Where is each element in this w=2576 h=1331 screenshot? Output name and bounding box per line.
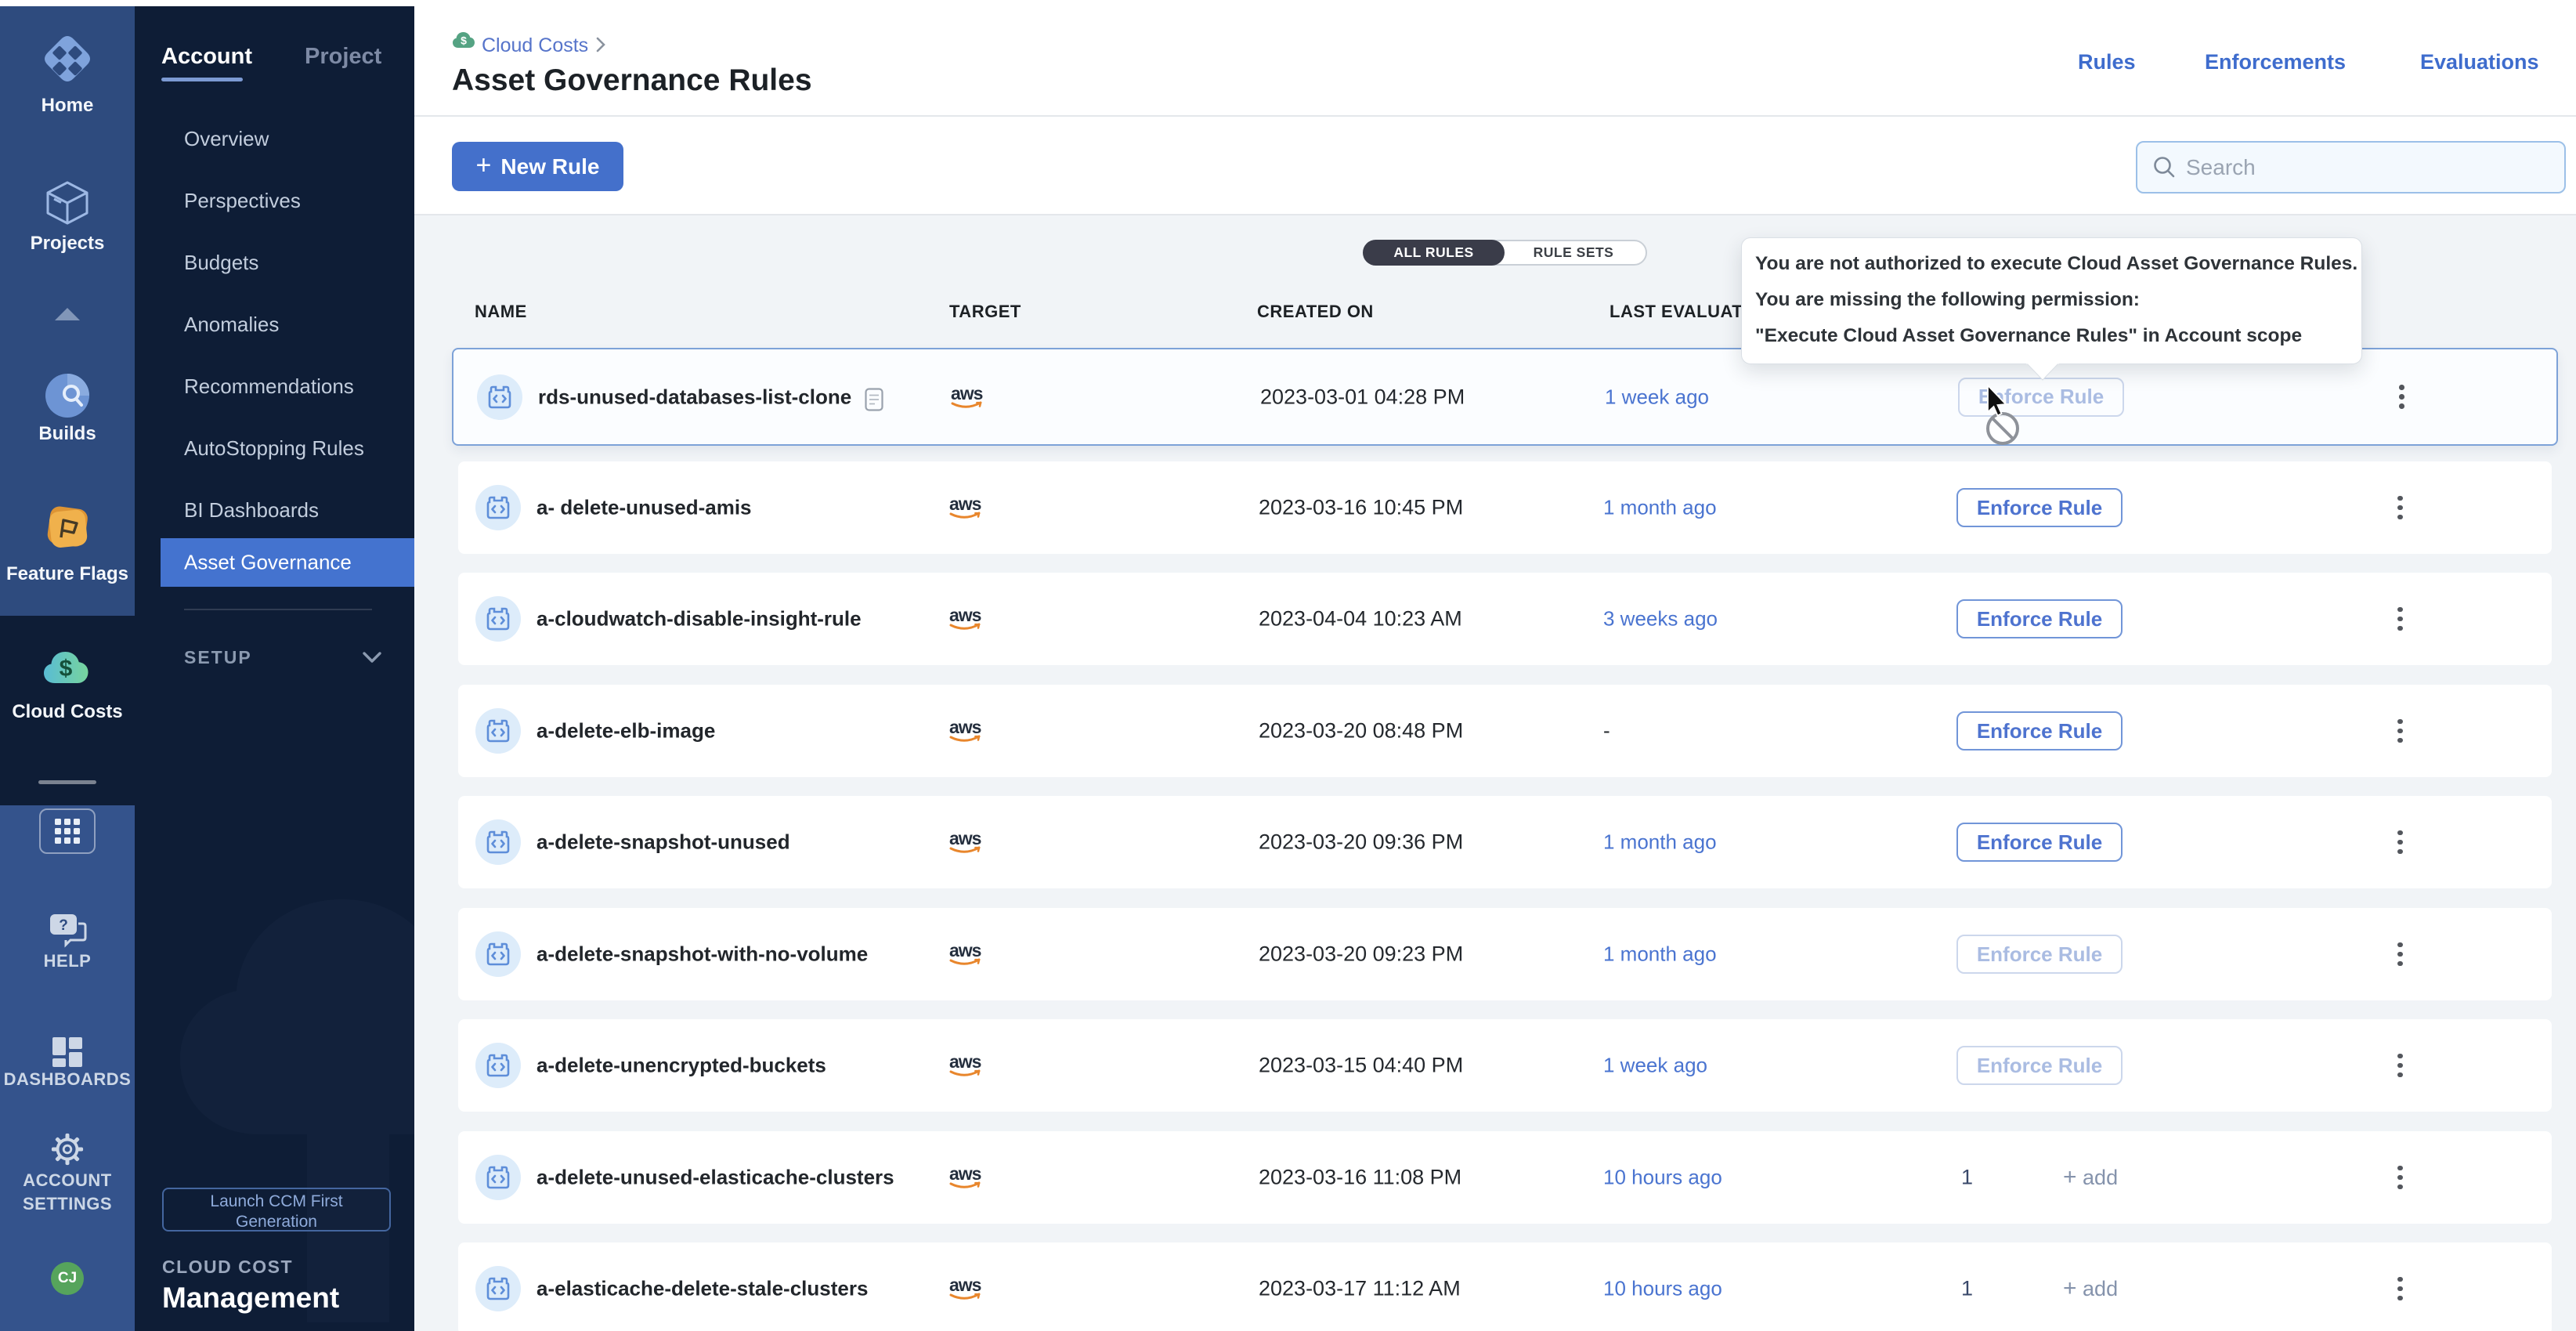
svg-text:?: ? bbox=[59, 917, 68, 934]
svg-text:aws: aws bbox=[949, 494, 981, 514]
svg-text:aws: aws bbox=[951, 384, 983, 403]
svg-text:aws: aws bbox=[949, 1052, 981, 1072]
svg-text:aws: aws bbox=[949, 941, 981, 960]
svg-text:aws: aws bbox=[949, 606, 981, 625]
svg-text:aws: aws bbox=[949, 1164, 981, 1184]
svg-text:aws: aws bbox=[949, 718, 981, 737]
svg-text:aws: aws bbox=[949, 829, 981, 848]
svg-text:$: $ bbox=[60, 656, 73, 682]
svg-text:aws: aws bbox=[949, 1275, 981, 1295]
